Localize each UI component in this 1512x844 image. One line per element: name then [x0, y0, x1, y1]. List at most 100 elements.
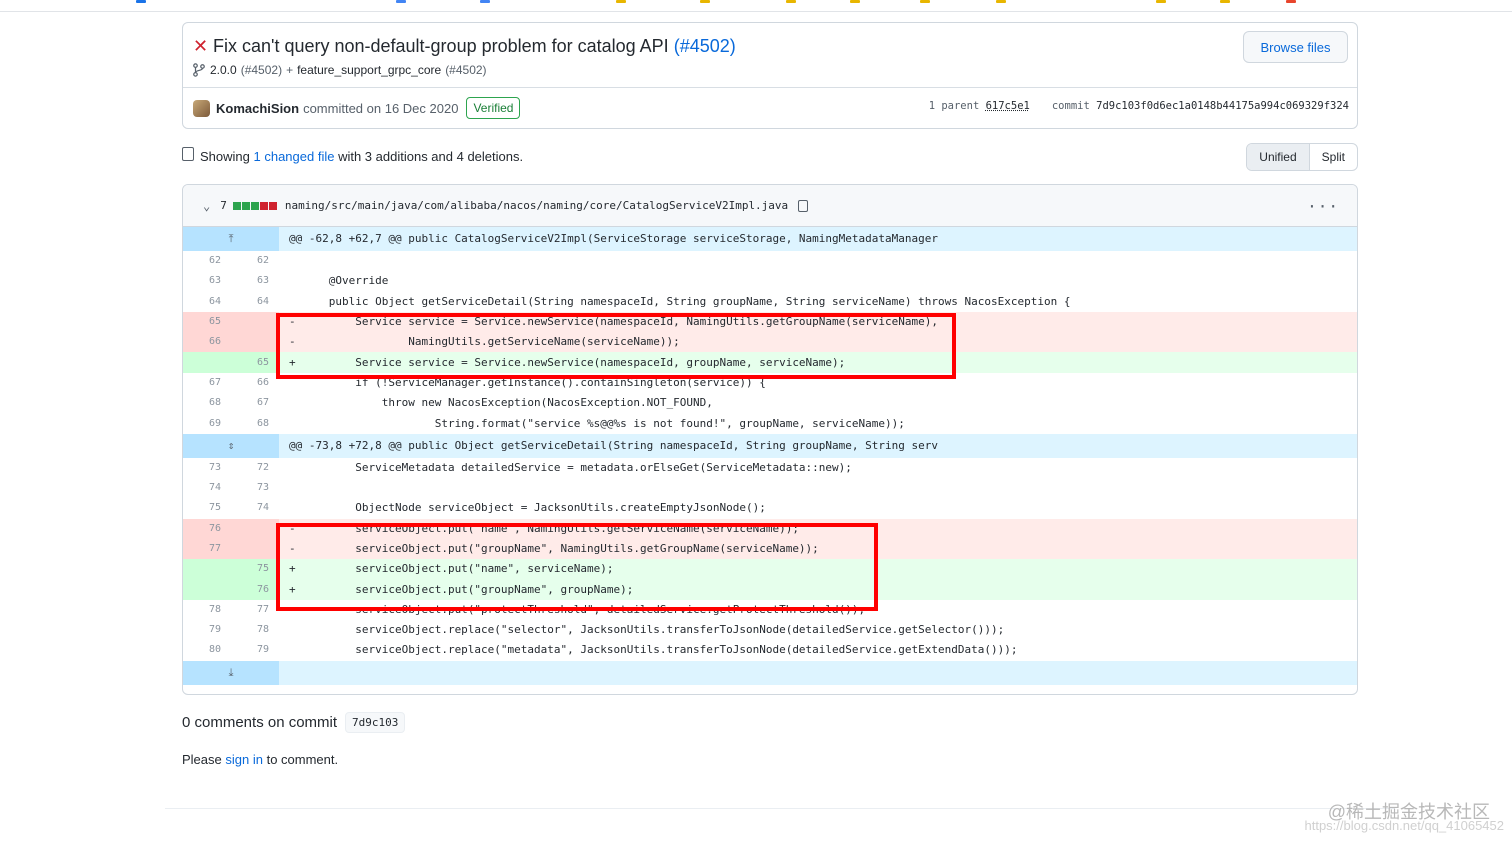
old-line-number[interactable]: 69 [183, 413, 231, 433]
avatar[interactable] [193, 99, 210, 117]
pr-link[interactable]: (#4502) [674, 36, 736, 56]
bookmark-icon[interactable] [1220, 0, 1230, 3]
new-line-number[interactable]: 73 [231, 478, 279, 498]
diff-context-line: 62 62 [183, 251, 1357, 271]
code-line: + Service service = Service.newService(n… [279, 352, 1357, 373]
old-line-number[interactable]: 64 [183, 292, 231, 312]
diff-context-line: 67 66 if (!ServiceManager.getInstance().c… [183, 373, 1357, 393]
new-line-number[interactable]: 74 [231, 498, 279, 518]
old-line-number[interactable]: 76 [183, 518, 231, 539]
new-line-number[interactable]: 64 [231, 292, 279, 312]
bookmark-icon[interactable] [1156, 0, 1166, 3]
diffstat-square [250, 201, 259, 210]
new-line-number[interactable]: 77 [231, 600, 279, 620]
code-line: - Service service = Service.newService(n… [279, 311, 1357, 333]
new-line-number[interactable]: 68 [231, 413, 279, 433]
code-line: @Override [289, 274, 389, 288]
bookmark-icon[interactable] [850, 0, 860, 3]
diff-context-line: 78 77 serviceObject.put("protectThreshold… [183, 600, 1357, 620]
old-line-number[interactable] [183, 579, 231, 600]
expand-down-icon[interactable]: ⤓ [183, 660, 279, 685]
branch-name[interactable]: feature_support_grpc_core [297, 63, 441, 77]
old-line-number[interactable]: 80 [183, 640, 231, 660]
new-line-number[interactable] [231, 332, 279, 353]
old-line-number[interactable]: 65 [183, 311, 231, 333]
code-line: - serviceObject.put("groupName", NamingU… [279, 538, 1357, 560]
code-line: + serviceObject.put("name", serviceName)… [279, 559, 1357, 580]
branch-version[interactable]: 2.0.0 [210, 63, 237, 77]
split-button[interactable]: Split [1310, 144, 1357, 170]
old-line-number[interactable] [183, 559, 231, 580]
code-line: serviceObject.replace("metadata", Jackso… [289, 643, 1018, 657]
new-line-number[interactable]: 67 [231, 393, 279, 413]
hunk-header: ⤒ @@ -62,8 +62,7 @@ public CatalogService… [183, 227, 1357, 251]
code-line: public Object getServiceDetail(String na… [289, 294, 1071, 308]
changed-files-link[interactable]: 1 changed file [254, 149, 335, 164]
bookmark-icon[interactable] [480, 0, 490, 3]
new-line-number[interactable]: 62 [231, 251, 279, 271]
x-icon[interactable]: ✕ [193, 37, 209, 55]
new-line-number[interactable]: 72 [231, 458, 279, 478]
unified-button[interactable]: Unified [1247, 144, 1310, 170]
old-line-number[interactable]: 66 [183, 332, 231, 353]
new-line-number[interactable] [231, 518, 279, 539]
more-options-icon[interactable]: ··· [1307, 197, 1339, 216]
new-line-number[interactable]: 66 [231, 373, 279, 393]
diff-table: ⤒ @@ -62,8 +62,7 @@ public CatalogService… [183, 227, 1357, 685]
old-line-number[interactable]: 75 [183, 498, 231, 518]
committed-date: committed on 16 Dec 2020 [303, 100, 459, 116]
new-line-number[interactable]: 76 [231, 579, 279, 600]
expand-up-icon[interactable]: ⤒ [183, 227, 279, 251]
new-line-number[interactable]: 63 [231, 271, 279, 291]
new-line-number[interactable]: 75 [231, 559, 279, 580]
diff-added-line: 76 + serviceObject.put("groupName", group… [183, 579, 1357, 600]
old-line-number[interactable]: 77 [183, 538, 231, 560]
old-line-number[interactable]: 79 [183, 620, 231, 640]
file-path[interactable]: naming/src/main/java/com/alibaba/nacos/n… [285, 199, 788, 212]
diff-count: 7 [220, 199, 227, 212]
bookmark-icon[interactable] [396, 0, 406, 3]
browse-files-button[interactable]: Browse files [1243, 31, 1348, 63]
new-line-number[interactable] [231, 538, 279, 560]
old-line-number[interactable]: 74 [183, 478, 231, 498]
bookmark-icon[interactable] [616, 0, 626, 3]
please-text: Please [182, 752, 222, 767]
bookmark-icon[interactable] [786, 0, 796, 3]
old-line-number[interactable]: 62 [183, 251, 231, 271]
verified-badge[interactable]: Verified [466, 97, 521, 119]
diff-summary: Showing 1 changed file with 3 additions … [182, 146, 523, 166]
author-name[interactable]: KomachiSion [216, 101, 299, 116]
sign-in-link[interactable]: sign in [225, 752, 263, 767]
old-line-number[interactable]: 78 [183, 600, 231, 620]
diffstat-square [232, 201, 241, 210]
commit-header: ✕ Fix can't query non-default-group prob… [182, 22, 1358, 129]
bookmark-icon[interactable] [136, 0, 146, 3]
old-line-number[interactable] [183, 352, 231, 373]
divider [165, 808, 1395, 809]
diff-deleted-line: 66 - NamingUtils.getServiceName(serviceNa… [183, 332, 1357, 353]
bookmark-icon[interactable] [996, 0, 1006, 3]
new-line-number[interactable] [231, 311, 279, 333]
hunk-header: ⤓ [183, 660, 1357, 685]
new-line-number[interactable]: 78 [231, 620, 279, 640]
old-line-number[interactable]: 73 [183, 458, 231, 478]
new-line-number[interactable]: 65 [231, 352, 279, 373]
old-line-number[interactable]: 67 [183, 373, 231, 393]
chevron-down-icon[interactable]: ⌄ [203, 199, 210, 213]
bookmark-icon[interactable] [700, 0, 710, 3]
old-line-number[interactable]: 68 [183, 393, 231, 413]
sign-in-prompt: Please sign in to comment. [182, 752, 338, 767]
new-line-number[interactable]: 79 [231, 640, 279, 660]
code-line [279, 251, 1357, 271]
bookmark-icon[interactable] [1286, 0, 1296, 3]
copy-icon[interactable] [798, 199, 809, 212]
expand-icon[interactable]: ⇕ [183, 433, 279, 458]
summary-stats: with 3 additions and 4 deletions. [338, 148, 524, 164]
diffstat-square [241, 201, 250, 210]
comments-title: 0 comments on commit 7d9c103 [182, 712, 406, 733]
old-line-number[interactable]: 63 [183, 271, 231, 291]
diff-context-line: 68 67 throw new NacosException(NacosExcep… [183, 393, 1357, 413]
parent-sha-link[interactable]: 617c5e1 [986, 100, 1030, 112]
bookmark-icon[interactable] [920, 0, 930, 3]
commit-sha-pill[interactable]: 7d9c103 [345, 712, 406, 733]
